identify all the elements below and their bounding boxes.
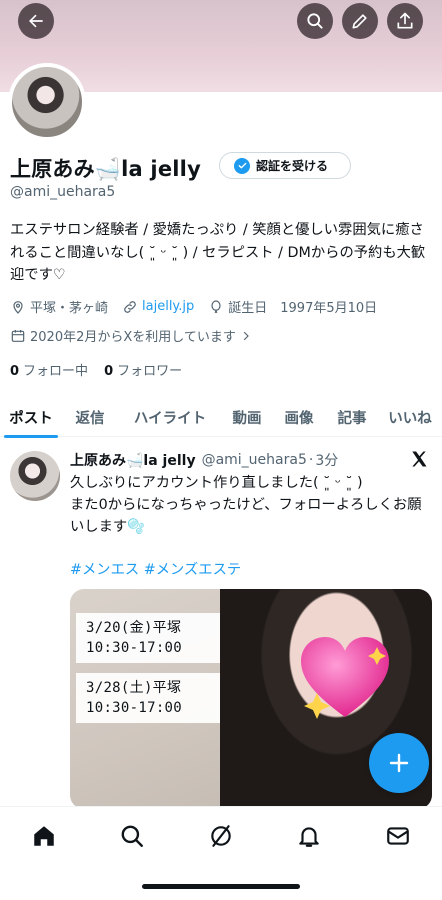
post-author-name[interactable]: 上原あみ🛁la jelly <box>70 450 196 470</box>
get-verified-label: 認証を受ける <box>256 159 329 173</box>
tab-likes[interactable]: いいね <box>378 397 442 437</box>
profile-tabs: ポスト 返信 ハイライト 動画 画像 記事 いいね <box>0 397 442 438</box>
post-hashtags[interactable]: #メンエス #メンズエステ <box>70 558 241 579</box>
profile-joined-row[interactable]: 2020年2月からXを利用しています <box>10 326 256 345</box>
location-pin-icon <box>13 300 23 314</box>
followers-link[interactable]: 0 フォロワー <box>104 360 182 379</box>
tab-posts[interactable]: ポスト <box>0 397 62 438</box>
profile-birthday: 誕生日 1997年5月10日 <box>228 301 378 316</box>
schedule-card: 3/28(土)平塚 10:30-17:00 <box>76 673 220 723</box>
pencil-icon <box>352 14 367 29</box>
profile-joined: 2020年2月からXを利用しています <box>30 330 236 345</box>
post-header: 上原あみ🛁la jelly @ami_uehara5 · 3分 <box>70 450 338 470</box>
following-link[interactable]: 0 フォロー中 <box>10 360 88 379</box>
profile-meta-row: 平塚・茅ヶ崎 lajelly.jp 誕生日 1997年5月10日 <box>10 297 377 316</box>
share-button[interactable] <box>387 3 423 39</box>
verified-badge-icon <box>234 157 250 174</box>
post-separator: · <box>308 452 314 468</box>
calendar-icon <box>11 329 25 342</box>
tab-articles[interactable]: 記事 <box>326 397 378 437</box>
profile-website-link[interactable]: lajelly.jp <box>142 299 194 314</box>
x-logo-icon <box>412 451 427 467</box>
plus-icon <box>389 753 409 773</box>
chevron-right-icon <box>243 331 249 340</box>
home-icon[interactable] <box>31 823 57 849</box>
schedule-date: 3/20(金)平塚 <box>86 620 182 636</box>
compose-post-button[interactable] <box>369 733 429 793</box>
tab-replies[interactable]: 返信 <box>62 397 118 437</box>
post-avatar[interactable] <box>10 451 60 501</box>
profile-handle: @ami_uehara5 <box>10 184 116 200</box>
profile-location: 平塚・茅ヶ崎 <box>30 301 109 316</box>
schedule-date: 3/28(土)平塚 <box>86 680 182 696</box>
notifications-bell-icon[interactable] <box>296 823 322 849</box>
search-icon <box>307 13 323 29</box>
messages-envelope-icon[interactable] <box>385 823 411 849</box>
schedule-card: 3/20(金)平塚 10:30-17:00 <box>76 613 220 663</box>
post-time: 3分 <box>315 453 339 469</box>
home-indicator <box>142 884 300 889</box>
post-author-handle: @ami_uehara5 <box>201 452 307 468</box>
profile-avatar[interactable] <box>8 63 86 141</box>
share-icon <box>397 12 413 29</box>
get-verified-button[interactable]: 認証を受ける <box>219 152 351 179</box>
link-icon <box>124 300 136 313</box>
profile-bio: エステサロン経験者 / 愛嬌たっぷり / 笑顔と優しい雰囲気に癒されること間違い… <box>10 222 426 283</box>
grok-icon[interactable] <box>208 823 234 849</box>
post-body: 久しぶりにアカウント作り直しました( ˘͈ ᵕ ˘͈ ) また0からになっちゃっ… <box>70 472 430 538</box>
sparkling-heart-sticker <box>301 637 389 719</box>
post-text-line: 久しぶりにアカウント作り直しました( ˘͈ ᵕ ˘͈ ) <box>70 475 363 491</box>
tab-highlights[interactable]: ハイライト <box>118 397 222 437</box>
follow-stats: 0 フォロー中 0 フォロワー <box>10 360 182 379</box>
post-text-line: また0からになっちゃったけど、フォローよろしくお願いします🫧 <box>70 497 422 535</box>
edit-button[interactable] <box>342 3 378 39</box>
profile-name: 上原あみ🛁la jelly <box>10 157 201 181</box>
tab-videos[interactable]: 動画 <box>222 397 272 437</box>
back-arrow-icon <box>29 14 43 28</box>
schedule-time: 10:30-17:00 <box>86 640 183 656</box>
schedule-time: 10:30-17:00 <box>86 700 183 716</box>
back-button[interactable] <box>18 3 54 39</box>
search-button[interactable] <box>297 3 333 39</box>
balloon-icon <box>211 299 221 313</box>
explore-search-icon[interactable] <box>119 823 145 849</box>
tab-images[interactable]: 画像 <box>272 397 326 437</box>
